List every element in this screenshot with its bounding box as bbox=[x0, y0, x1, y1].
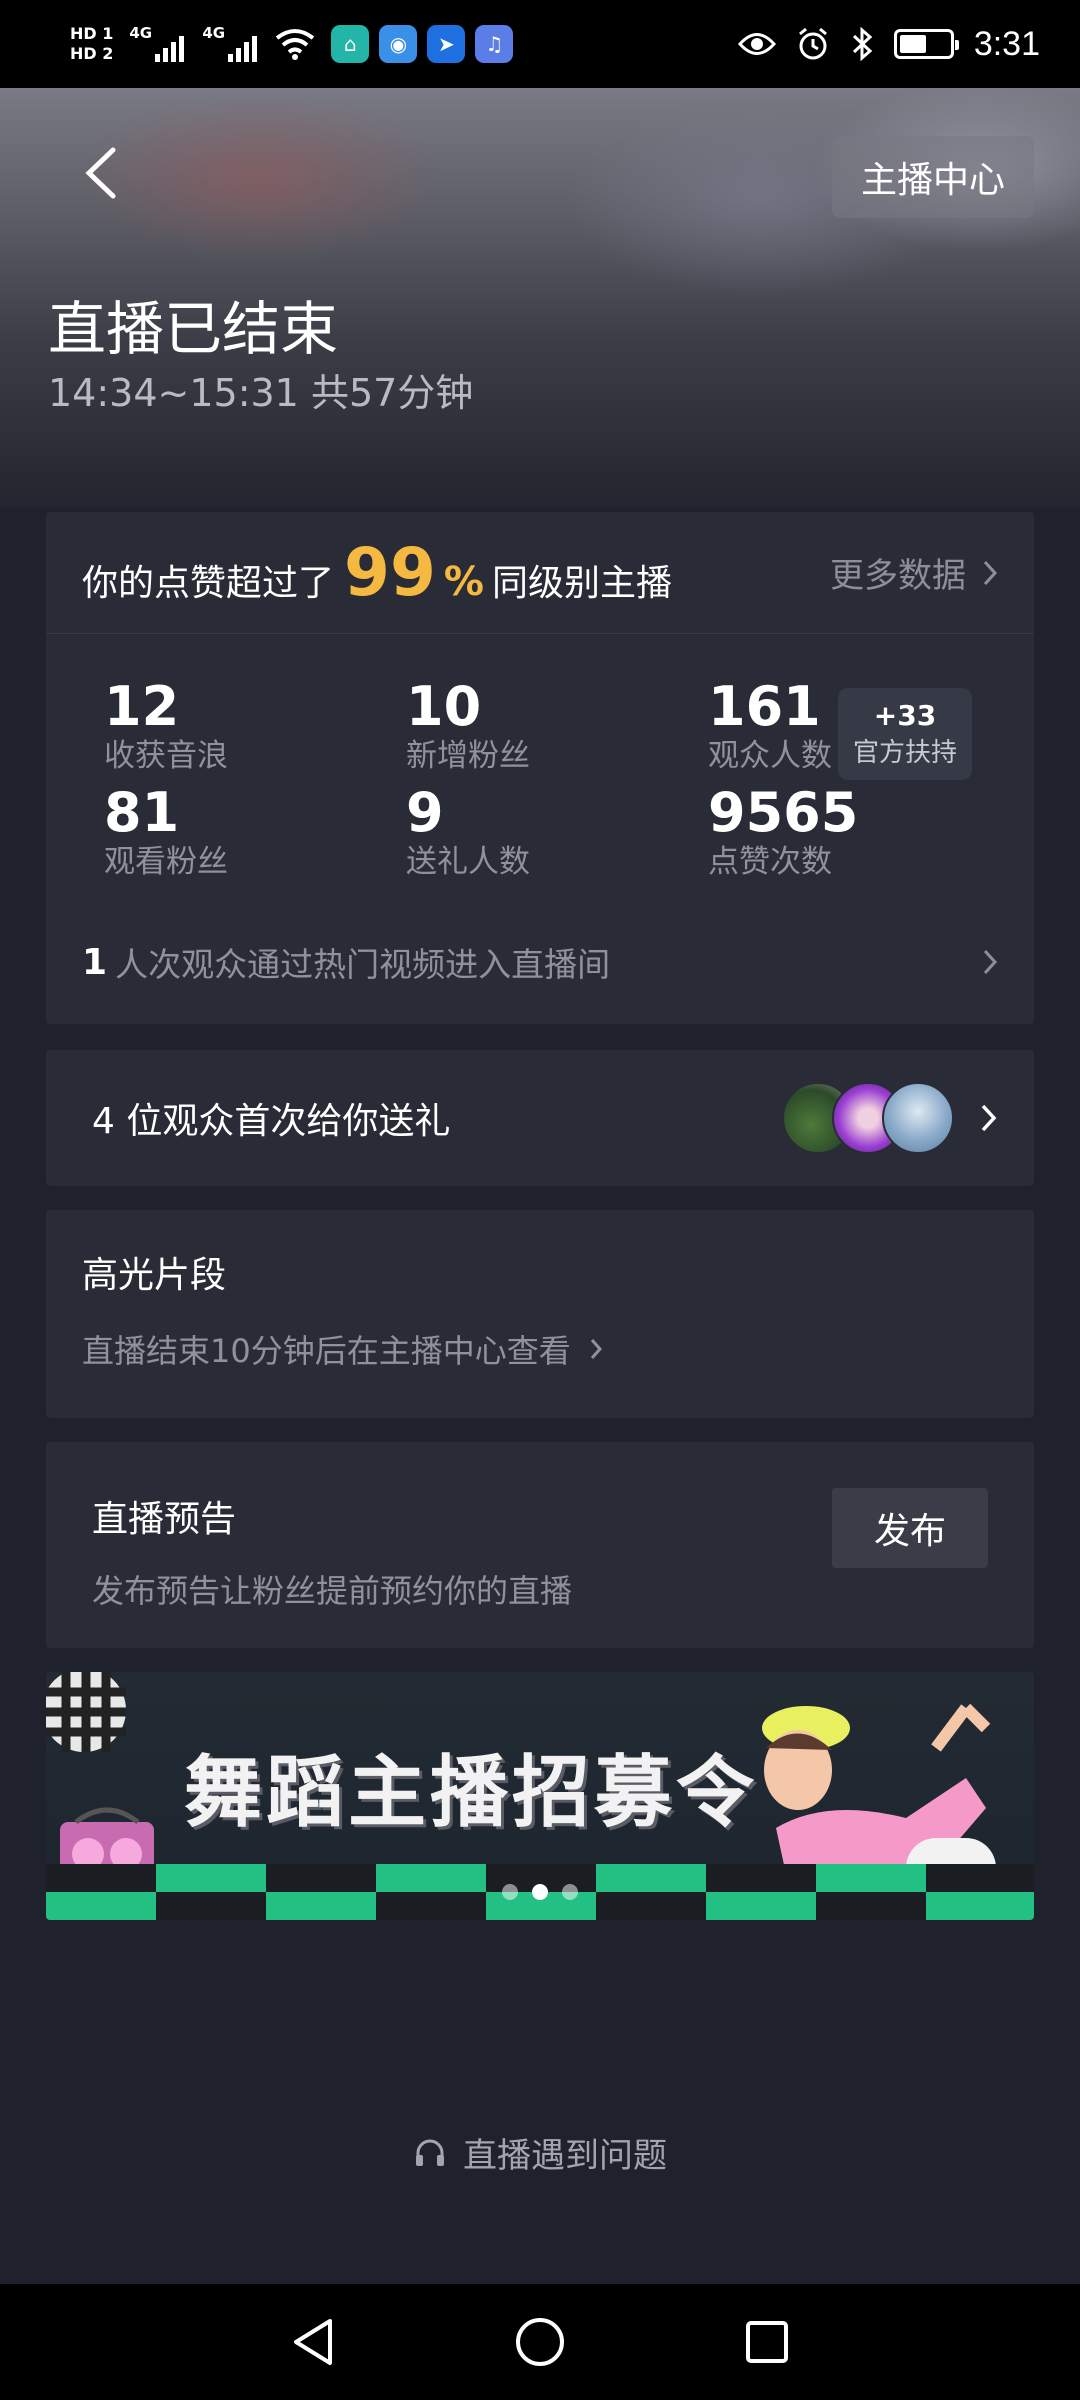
wifi-icon bbox=[276, 29, 315, 60]
badge-label: 官方扶持 bbox=[852, 738, 957, 768]
home-app-icon: ⌂ bbox=[331, 25, 370, 63]
report-issue-link[interactable]: 直播遇到问题 bbox=[0, 2128, 1080, 2177]
net1-label: 4G bbox=[129, 24, 153, 42]
system-nav-bar bbox=[0, 2284, 1080, 2400]
more-data-label: 更多数据 bbox=[830, 556, 966, 596]
status-bar: HD 1 HD 2 4G 4G ⌂ ◉ ➤ ♫ 3:31 bbox=[0, 0, 1080, 88]
live-preview-card: 直播预告 发布预告让粉丝提前预约你的直播 发布 bbox=[46, 1442, 1034, 1648]
stat-likes: 9565 点赞次数 bbox=[708, 784, 858, 882]
carousel-dot[interactable] bbox=[562, 1884, 578, 1900]
chevron-right-icon bbox=[983, 949, 998, 975]
highlights-title: 高光片段 bbox=[82, 1255, 227, 1296]
highlights-link[interactable]: 直播结束10分钟后在主播中心查看 bbox=[82, 1326, 998, 1372]
live-duration: 14:34~15:31 共57分钟 bbox=[48, 371, 474, 415]
anchor-center-button[interactable]: 主播中心 bbox=[832, 136, 1034, 218]
gift-avatars bbox=[782, 1082, 954, 1154]
stat-label: 送礼人数 bbox=[406, 844, 530, 880]
disco-ball-icon bbox=[46, 1672, 126, 1752]
likes-rank-row: 你的点赞超过了 99 % 同级别主播 更多数据 bbox=[46, 512, 1034, 634]
bluetooth-icon bbox=[852, 27, 873, 61]
eye-icon bbox=[737, 33, 776, 55]
carousel-dots bbox=[46, 1884, 1034, 1900]
alarm-icon bbox=[798, 27, 827, 60]
more-data-link[interactable]: 更多数据 bbox=[830, 548, 998, 597]
stat-value: 10 bbox=[406, 675, 482, 738]
percent-sign: % bbox=[443, 559, 484, 605]
chevron-right-icon bbox=[590, 1339, 602, 1359]
headset-icon bbox=[416, 2139, 444, 2166]
chevron-right-icon bbox=[981, 1104, 997, 1132]
highlights-card: 高光片段 直播结束10分钟后在主播中心查看 bbox=[46, 1210, 1034, 1418]
hd2-label: HD 2 bbox=[70, 44, 114, 63]
browser-app-icon: ◉ bbox=[379, 25, 418, 63]
stat-label: 点赞次数 bbox=[708, 844, 832, 880]
nav-app-icon: ➤ bbox=[427, 25, 466, 63]
publish-button[interactable]: 发布 bbox=[832, 1488, 988, 1568]
hd-indicator: HD 1 HD 2 bbox=[70, 24, 113, 64]
stat-sound-waves: 12 收获音浪 bbox=[104, 678, 228, 776]
stats-card: 你的点赞超过了 99 % 同级别主播 更多数据 12 收获音浪 10 新增粉丝 … bbox=[46, 512, 1034, 1024]
net2-label: 4G bbox=[202, 24, 226, 42]
stat-label: 新增粉丝 bbox=[406, 738, 530, 774]
preview-subtitle: 发布预告让粉丝提前预约你的直播 bbox=[92, 1572, 573, 1610]
cell-signal-2-icon: 4G bbox=[202, 24, 258, 62]
carousel-dot[interactable] bbox=[502, 1884, 518, 1900]
stat-value: 9565 bbox=[708, 781, 859, 844]
official-support-badge: +33 官方扶持 bbox=[838, 688, 972, 780]
hot-count: 1 bbox=[82, 941, 108, 983]
nav-home-button[interactable] bbox=[510, 2312, 570, 2372]
stat-label: 收获音浪 bbox=[104, 738, 228, 774]
report-issue-label: 直播遇到问题 bbox=[463, 2136, 667, 2176]
promo-banner[interactable]: 舞蹈主播招募令 bbox=[46, 1672, 1034, 1920]
cell-signal-1-icon: 4G bbox=[129, 24, 185, 62]
battery-icon bbox=[893, 29, 959, 59]
nav-back-button[interactable] bbox=[283, 2312, 343, 2372]
chevron-right-icon bbox=[983, 560, 998, 585]
badge-value: +33 bbox=[873, 699, 937, 732]
back-button[interactable] bbox=[70, 138, 130, 208]
music-app-icon: ♫ bbox=[475, 25, 514, 63]
stat-new-fans: 10 新增粉丝 bbox=[406, 678, 530, 776]
back-arrow-icon bbox=[85, 147, 116, 199]
likes-percent: 99 bbox=[344, 534, 436, 611]
highlights-subtitle: 直播结束10分钟后在主播中心查看 bbox=[82, 1332, 571, 1370]
stat-viewers: 161 观众人数 bbox=[708, 678, 832, 776]
clock: 3:31 bbox=[973, 24, 1040, 63]
likes-suffix: 同级别主播 bbox=[491, 563, 672, 604]
hot-text: 人次观众通过热门视频进入直播间 bbox=[115, 945, 611, 984]
stat-label: 观众人数 bbox=[708, 738, 832, 774]
stat-value: 81 bbox=[104, 781, 180, 844]
first-gift-text: 4 位观众首次给你送礼 bbox=[92, 1101, 451, 1142]
circle-home-icon bbox=[515, 2318, 564, 2366]
nav-recents-button[interactable] bbox=[737, 2312, 797, 2372]
hot-video-entry-row[interactable]: 1 人次观众通过热门视频进入直播间 bbox=[82, 932, 998, 992]
first-gift-row[interactable]: 4 位观众首次给你送礼 bbox=[46, 1050, 1034, 1186]
triangle-back-icon bbox=[294, 2319, 333, 2365]
stat-label: 观看粉丝 bbox=[104, 844, 228, 880]
stat-value: 9 bbox=[406, 781, 444, 844]
square-recents-icon bbox=[745, 2321, 788, 2363]
stat-value: 12 bbox=[104, 675, 180, 738]
avatar bbox=[882, 1082, 954, 1154]
page-title: 直播已结束 bbox=[48, 295, 339, 363]
carousel-dot-active[interactable] bbox=[532, 1884, 548, 1900]
banner-title: 舞蹈主播招募令 bbox=[184, 1748, 759, 1838]
hd1-label: HD 1 bbox=[70, 24, 114, 43]
stat-value: 161 bbox=[708, 675, 821, 738]
likes-prefix: 你的点赞超过了 bbox=[82, 563, 335, 604]
stat-gift-senders: 9 送礼人数 bbox=[406, 784, 530, 882]
stat-fan-viewers: 81 观看粉丝 bbox=[104, 784, 228, 882]
